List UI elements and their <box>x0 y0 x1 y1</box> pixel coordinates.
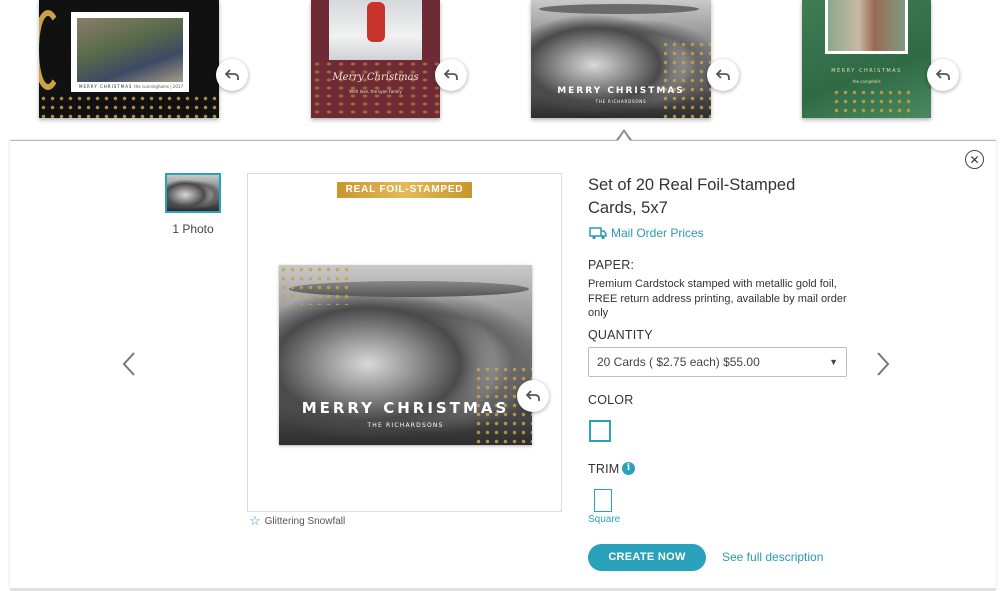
caret-down-icon: ▼ <box>829 357 838 367</box>
card-4-signature: the campbells <box>852 79 881 84</box>
info-icon[interactable]: i <box>622 462 635 475</box>
create-now-button[interactable]: CREATE NOW <box>588 544 706 571</box>
chevron-right-icon[interactable] <box>875 350 895 380</box>
chevron-left-icon[interactable] <box>121 350 141 380</box>
photo-thumbnail[interactable] <box>165 173 221 213</box>
card-carousel: MERRY CHRISTMAS the cunninghams | 2017 M… <box>0 0 1000 122</box>
flip-arrow-icon[interactable] <box>707 59 739 91</box>
design-name: Glittering Snowfall <box>264 515 346 527</box>
carousel-card-2[interactable]: Merry Christmas With love, the Lyon Fami… <box>311 0 440 118</box>
mail-order-label: Mail Order Prices <box>611 226 704 240</box>
carousel-card-3[interactable]: MERRY CHRISTMAS THE RICHARDSONS <box>531 0 711 118</box>
preview-greeting: MERRY CHRISTMAS <box>301 399 510 417</box>
gold-swirl-decoration <box>39 10 63 90</box>
thumbnail-photo <box>167 175 219 211</box>
photo-count-label: 1 Photo <box>172 222 214 236</box>
gold-dots-top-left <box>279 265 349 305</box>
card-preview-image[interactable]: MERRY CHRISTMAS THE RICHARDSONS <box>279 265 532 445</box>
trim-label: TRIM <box>588 462 620 476</box>
product-quickview-page: MERRY CHRISTMAS the cunninghams | 2017 M… <box>0 0 1000 591</box>
preview-signature: THE RICHARDSONS <box>367 422 444 429</box>
foil-stamped-badge: REAL FOIL-STAMPED <box>337 182 472 198</box>
card-photo-frame: MERRY CHRISTMAS the cunninghams | 2017 <box>71 12 189 92</box>
close-icon[interactable]: ✕ <box>965 150 984 169</box>
wood-beam <box>539 4 699 14</box>
card-photo-frame <box>825 0 908 54</box>
card-3-greeting: MERRY CHRISTMAS <box>557 86 685 96</box>
card-3-signature: THE RICHARDSONS <box>595 99 647 104</box>
favorite-design[interactable]: ☆ Glittering Snowfall <box>249 514 346 527</box>
card-4-greeting: MERRY CHRISTMAS <box>831 68 902 74</box>
quantity-select[interactable]: 20 Cards ( $2.75 each) $55.00 ▼ <box>588 347 847 377</box>
child-figure <box>367 2 385 42</box>
color-label: COLOR <box>588 393 634 407</box>
paper-label: PAPER: <box>588 258 635 272</box>
gold-dots-decoration <box>832 88 912 118</box>
carousel-card-1[interactable]: MERRY CHRISTMAS the cunninghams | 2017 <box>39 0 219 118</box>
flip-arrow-icon[interactable] <box>435 59 467 91</box>
star-outline-icon[interactable]: ☆ <box>249 514 261 527</box>
snow-photo <box>329 0 422 60</box>
family-photo <box>828 0 905 51</box>
panel-pointer-fill <box>618 132 630 141</box>
card-2-greeting: Merry Christmas <box>332 72 419 83</box>
truck-icon <box>589 226 607 240</box>
gold-dots-decoration <box>661 40 711 118</box>
flip-arrow-icon[interactable] <box>517 380 549 412</box>
mail-order-prices-link[interactable]: Mail Order Prices <box>589 226 704 240</box>
card-1-signature: the cunninghams | 2017 <box>134 84 183 89</box>
see-full-description-link[interactable]: See full description <box>722 550 823 564</box>
quantity-label: QUANTITY <box>588 328 653 342</box>
quantity-selected-value: 20 Cards ( $2.75 each) $55.00 <box>597 355 760 369</box>
paper-description: Premium Cardstock stamped with metallic … <box>588 278 847 319</box>
carousel-card-4[interactable]: MERRY CHRISTMAS the campbells <box>802 0 931 118</box>
flip-arrow-icon[interactable] <box>927 59 959 91</box>
gold-dots-decoration <box>39 94 219 118</box>
color-swatch-white[interactable] <box>589 420 611 442</box>
trim-option-label: Square <box>588 514 621 525</box>
card-2-signature: With love, the Lyon Family <box>349 89 402 94</box>
trim-option-square[interactable] <box>594 489 612 512</box>
family-photo <box>77 18 183 82</box>
product-title: Set of 20 Real Foil-Stamped Cards, 5x7 <box>588 176 796 217</box>
flip-arrow-icon[interactable] <box>216 59 248 91</box>
